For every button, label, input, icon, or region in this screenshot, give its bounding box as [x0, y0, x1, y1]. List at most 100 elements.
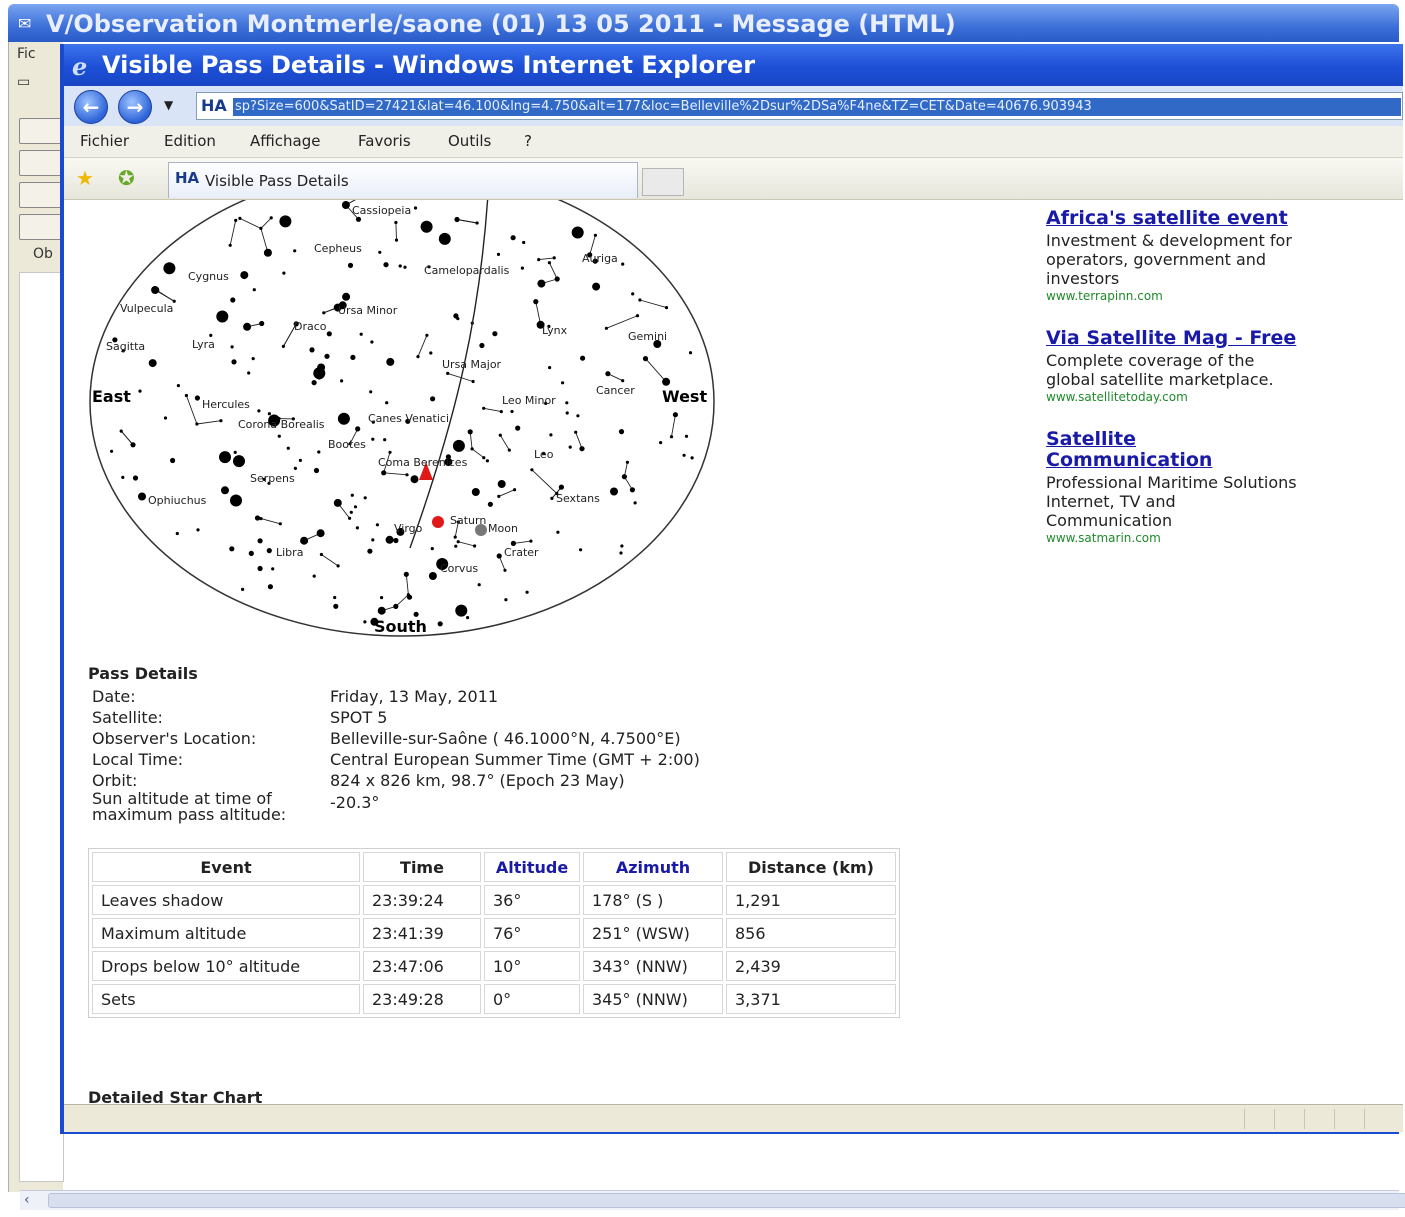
ad-url[interactable]: www.satellitetoday.com — [1046, 389, 1306, 405]
ad-title-link[interactable]: Africa's satellite event — [1046, 208, 1306, 229]
constellation-line — [395, 222, 397, 241]
back-button[interactable]: ← — [74, 90, 108, 124]
detail-label: Satellite: — [92, 708, 163, 727]
status-divider — [1274, 1109, 1275, 1129]
star — [121, 475, 125, 479]
star — [350, 354, 356, 360]
header-altitude-link[interactable]: Altitude — [484, 852, 580, 882]
history-dropdown-icon[interactable]: ▼ — [164, 98, 173, 112]
star — [221, 486, 229, 495]
detail-value: 824 x 826 km, 98.7° (Epoch 23 May) — [330, 771, 625, 790]
star — [363, 620, 367, 624]
table-row: Leaves shadow 23:39:24 36° 178° (S ) 1,2… — [92, 885, 896, 915]
star — [403, 571, 409, 577]
outer-button-4[interactable] — [19, 214, 64, 240]
outer-button-3[interactable] — [19, 182, 64, 208]
star — [337, 412, 350, 425]
star — [580, 355, 586, 361]
add-favorite-icon[interactable]: ✪ — [118, 166, 135, 190]
ad-body: Complete coverage of the global satellit… — [1046, 351, 1274, 389]
menu-affichage[interactable]: Affichage — [250, 132, 320, 150]
star — [243, 322, 252, 331]
detail-value: SPOT 5 — [330, 708, 388, 727]
menu-favoris[interactable]: Favoris — [358, 132, 411, 150]
constellation-label: Moon — [488, 522, 518, 535]
star — [413, 206, 418, 210]
star — [477, 583, 481, 587]
star — [298, 458, 302, 462]
tab-visible-pass-details[interactable]: HA Visible Pass Details — [168, 162, 638, 198]
star — [381, 470, 387, 476]
constellation-label: Leo — [534, 448, 554, 461]
detail-label: Date: — [92, 687, 136, 706]
outer-button-2[interactable] — [19, 150, 64, 176]
star — [510, 235, 516, 241]
cell-event: Maximum altitude — [92, 918, 360, 948]
status-divider — [1334, 1109, 1335, 1129]
favorites-star-icon[interactable]: ★ — [76, 166, 94, 190]
star — [496, 252, 501, 256]
star — [282, 271, 286, 275]
star — [333, 498, 342, 507]
ie-window-title: Visible Pass Details - Windows Internet … — [102, 51, 756, 79]
url-text[interactable]: sp?Size=600&SatID=27421&lat=46.100&lng=4… — [233, 98, 1401, 116]
ad-url[interactable]: www.terrapinn.com — [1046, 288, 1306, 304]
star — [363, 496, 367, 500]
star — [293, 466, 297, 470]
constellation-label: Lyra — [192, 338, 215, 351]
star — [605, 371, 611, 377]
pass-details: Pass Details Date: Friday, 13 May, 2011 … — [88, 664, 848, 823]
star — [688, 351, 693, 355]
star — [410, 475, 419, 484]
star — [507, 448, 511, 452]
constellation-label: Sextans — [556, 492, 600, 505]
detail-value: Belleville-sur-Saône ( 46.1000°N, 4.7500… — [330, 729, 681, 748]
star — [574, 430, 578, 434]
scroll-left-icon[interactable]: ‹ — [24, 1192, 42, 1208]
menu-fichier[interactable]: Fichier — [80, 132, 129, 150]
star — [558, 484, 564, 490]
star — [110, 449, 114, 453]
star — [446, 371, 450, 375]
table-row: Maximum altitude 23:41:39 76° 251° (WSW)… — [92, 918, 896, 948]
constellation-label: Hercules — [202, 398, 250, 411]
star — [350, 493, 354, 497]
new-tab-button[interactable] — [642, 168, 684, 196]
outer-button-1[interactable] — [19, 118, 64, 144]
menu-outils[interactable]: Outils — [448, 132, 491, 150]
star — [579, 548, 583, 552]
star — [259, 517, 263, 521]
ad-title-link[interactable]: Satellite Communication — [1046, 429, 1306, 471]
star — [452, 439, 465, 452]
star — [561, 381, 565, 385]
menu-edition[interactable]: Edition — [164, 132, 216, 150]
outer-horizontal-scrollbar[interactable]: ‹ — [20, 1190, 1405, 1210]
star — [196, 528, 200, 532]
cell-time: 23:41:39 — [363, 918, 481, 948]
star — [138, 389, 142, 393]
constellation-label: Corona Borealis — [238, 418, 325, 431]
star — [238, 216, 242, 220]
cell-altitude: 0° — [484, 984, 580, 1014]
outer-toolbar-icon[interactable]: ▭ — [17, 74, 30, 90]
constellation-label: Auriga — [582, 252, 618, 265]
star — [229, 546, 235, 552]
scroll-thumb[interactable] — [48, 1193, 1405, 1208]
star — [485, 459, 489, 463]
ad-url[interactable]: www.satmarin.com — [1046, 530, 1306, 546]
ad-title-link[interactable]: Via Satellite Mag - Free — [1046, 328, 1306, 349]
table-row: Sets 23:49:28 0° 345° (NNW) 3,371 — [92, 984, 896, 1014]
cell-altitude: 76° — [484, 918, 580, 948]
menu-help[interactable]: ? — [524, 132, 532, 150]
constellation-label: Virgo — [394, 522, 423, 535]
header-azimuth-link[interactable]: Azimuth — [583, 852, 723, 882]
forward-button[interactable]: → — [118, 90, 152, 124]
address-field[interactable]: HA sp?Size=600&SatID=27421&lat=46.100&ln… — [196, 92, 1403, 120]
star — [359, 332, 363, 336]
constellation-label: Cygnus — [188, 270, 229, 283]
constellation-label: Ophiuchus — [148, 494, 207, 507]
constellation-label: Leo Minor — [502, 394, 556, 407]
cell-distance: 2,439 — [726, 951, 896, 981]
outer-menu-fragment[interactable]: Fic — [17, 46, 36, 62]
cell-event: Drops below 10° altitude — [92, 951, 360, 981]
